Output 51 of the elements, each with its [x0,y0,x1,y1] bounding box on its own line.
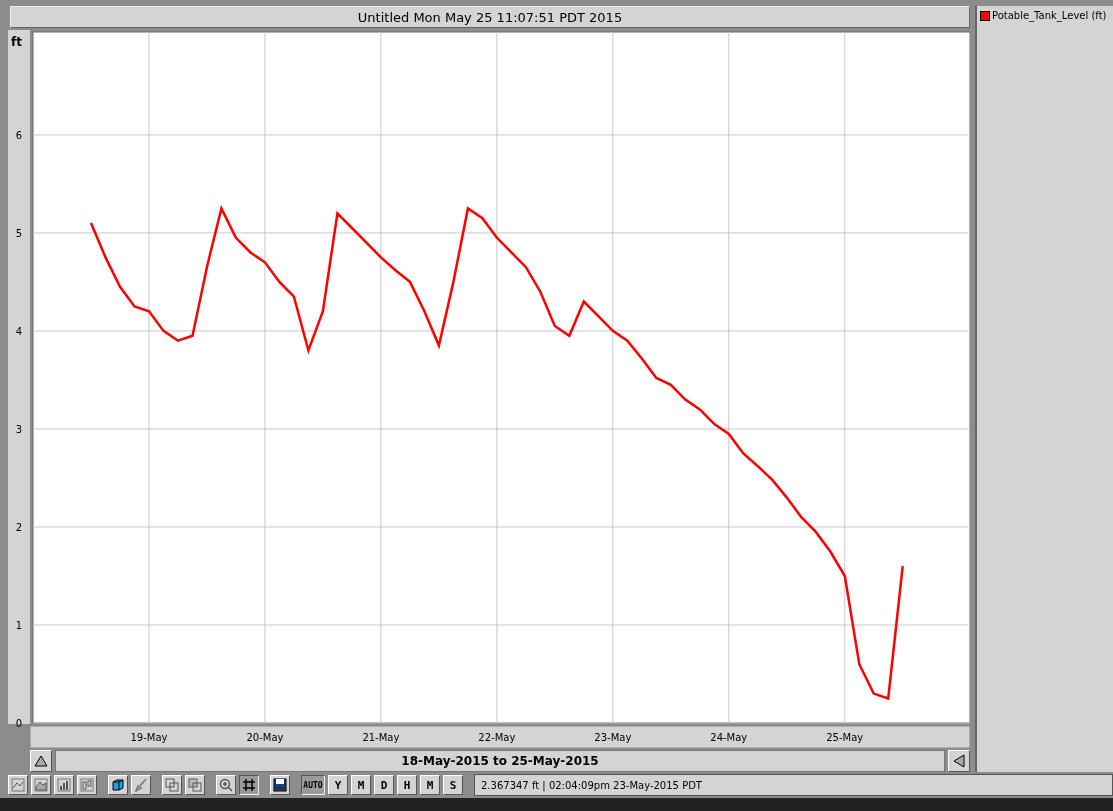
time-scale-button[interactable]: M [351,775,371,795]
cube-icon [111,778,125,792]
grid-button[interactable] [239,775,259,795]
status-field: 2.367347 ft | 02:04:09pm 23-May-2015 PDT [474,774,1113,796]
stacked-bar-icon [80,778,94,792]
y-tick-label: 6 [15,129,23,141]
time-scale-button[interactable]: D [374,775,394,795]
window-title: Untitled Mon May 25 11:07:51 PDT 2015 [10,6,970,28]
paste-button[interactable] [185,775,205,795]
expand-button[interactable] [30,750,52,772]
left-triangle-icon [953,754,965,768]
overlap-squares-icon [188,778,202,792]
collapse-button[interactable] [948,750,970,772]
x-tick-label: 24-May [710,732,748,743]
x-tick-label: 22-May [478,732,516,743]
y-tick-label: 4 [15,325,23,337]
time-scale-button[interactable]: Y [328,775,348,795]
line-chart-icon [11,778,25,792]
bar-chart-button[interactable] [54,775,74,795]
y-tick-label: 1 [15,620,23,631]
legend-label: Potable_Tank_Level (ft) [992,10,1107,21]
y-tick-label: 2 [15,521,23,533]
x-tick-label: 23-May [594,732,632,743]
zoom-in-icon [219,778,233,792]
y-tick-label: 3 [15,423,23,435]
save-button[interactable] [270,775,290,795]
grid-icon [242,778,256,792]
copy-button[interactable] [162,775,182,795]
x-tick-label: 25-May [826,732,864,743]
time-scale-button[interactable]: H [397,775,417,795]
y-tick-label: 5 [15,227,23,239]
copy-icon [165,778,179,792]
date-range-label: 18-May-2015 to 25-May-2015 [55,750,945,772]
area-chart-button[interactable] [31,775,51,795]
stack-chart-button[interactable] [77,775,97,795]
up-triangle-icon [34,755,48,767]
zoom-button[interactable] [216,775,236,795]
bar-chart-icon [57,778,71,792]
time-scale-button[interactable]: AUTO [301,775,325,795]
cube-button[interactable] [108,775,128,795]
x-tick-label: 21-May [362,732,400,743]
save-icon [273,778,287,792]
brush-button[interactable] [131,775,151,795]
line-chart-button[interactable] [8,775,28,795]
y-tick-label: 0 [15,718,23,729]
time-scale-button[interactable]: S [443,775,463,795]
area-chart-icon [34,778,48,792]
axis-unit-label: ft [11,35,22,49]
x-tick-label: 19-May [130,732,168,743]
time-scale-button[interactable]: M [420,775,440,795]
x-tick-label: 20-May [246,732,284,743]
